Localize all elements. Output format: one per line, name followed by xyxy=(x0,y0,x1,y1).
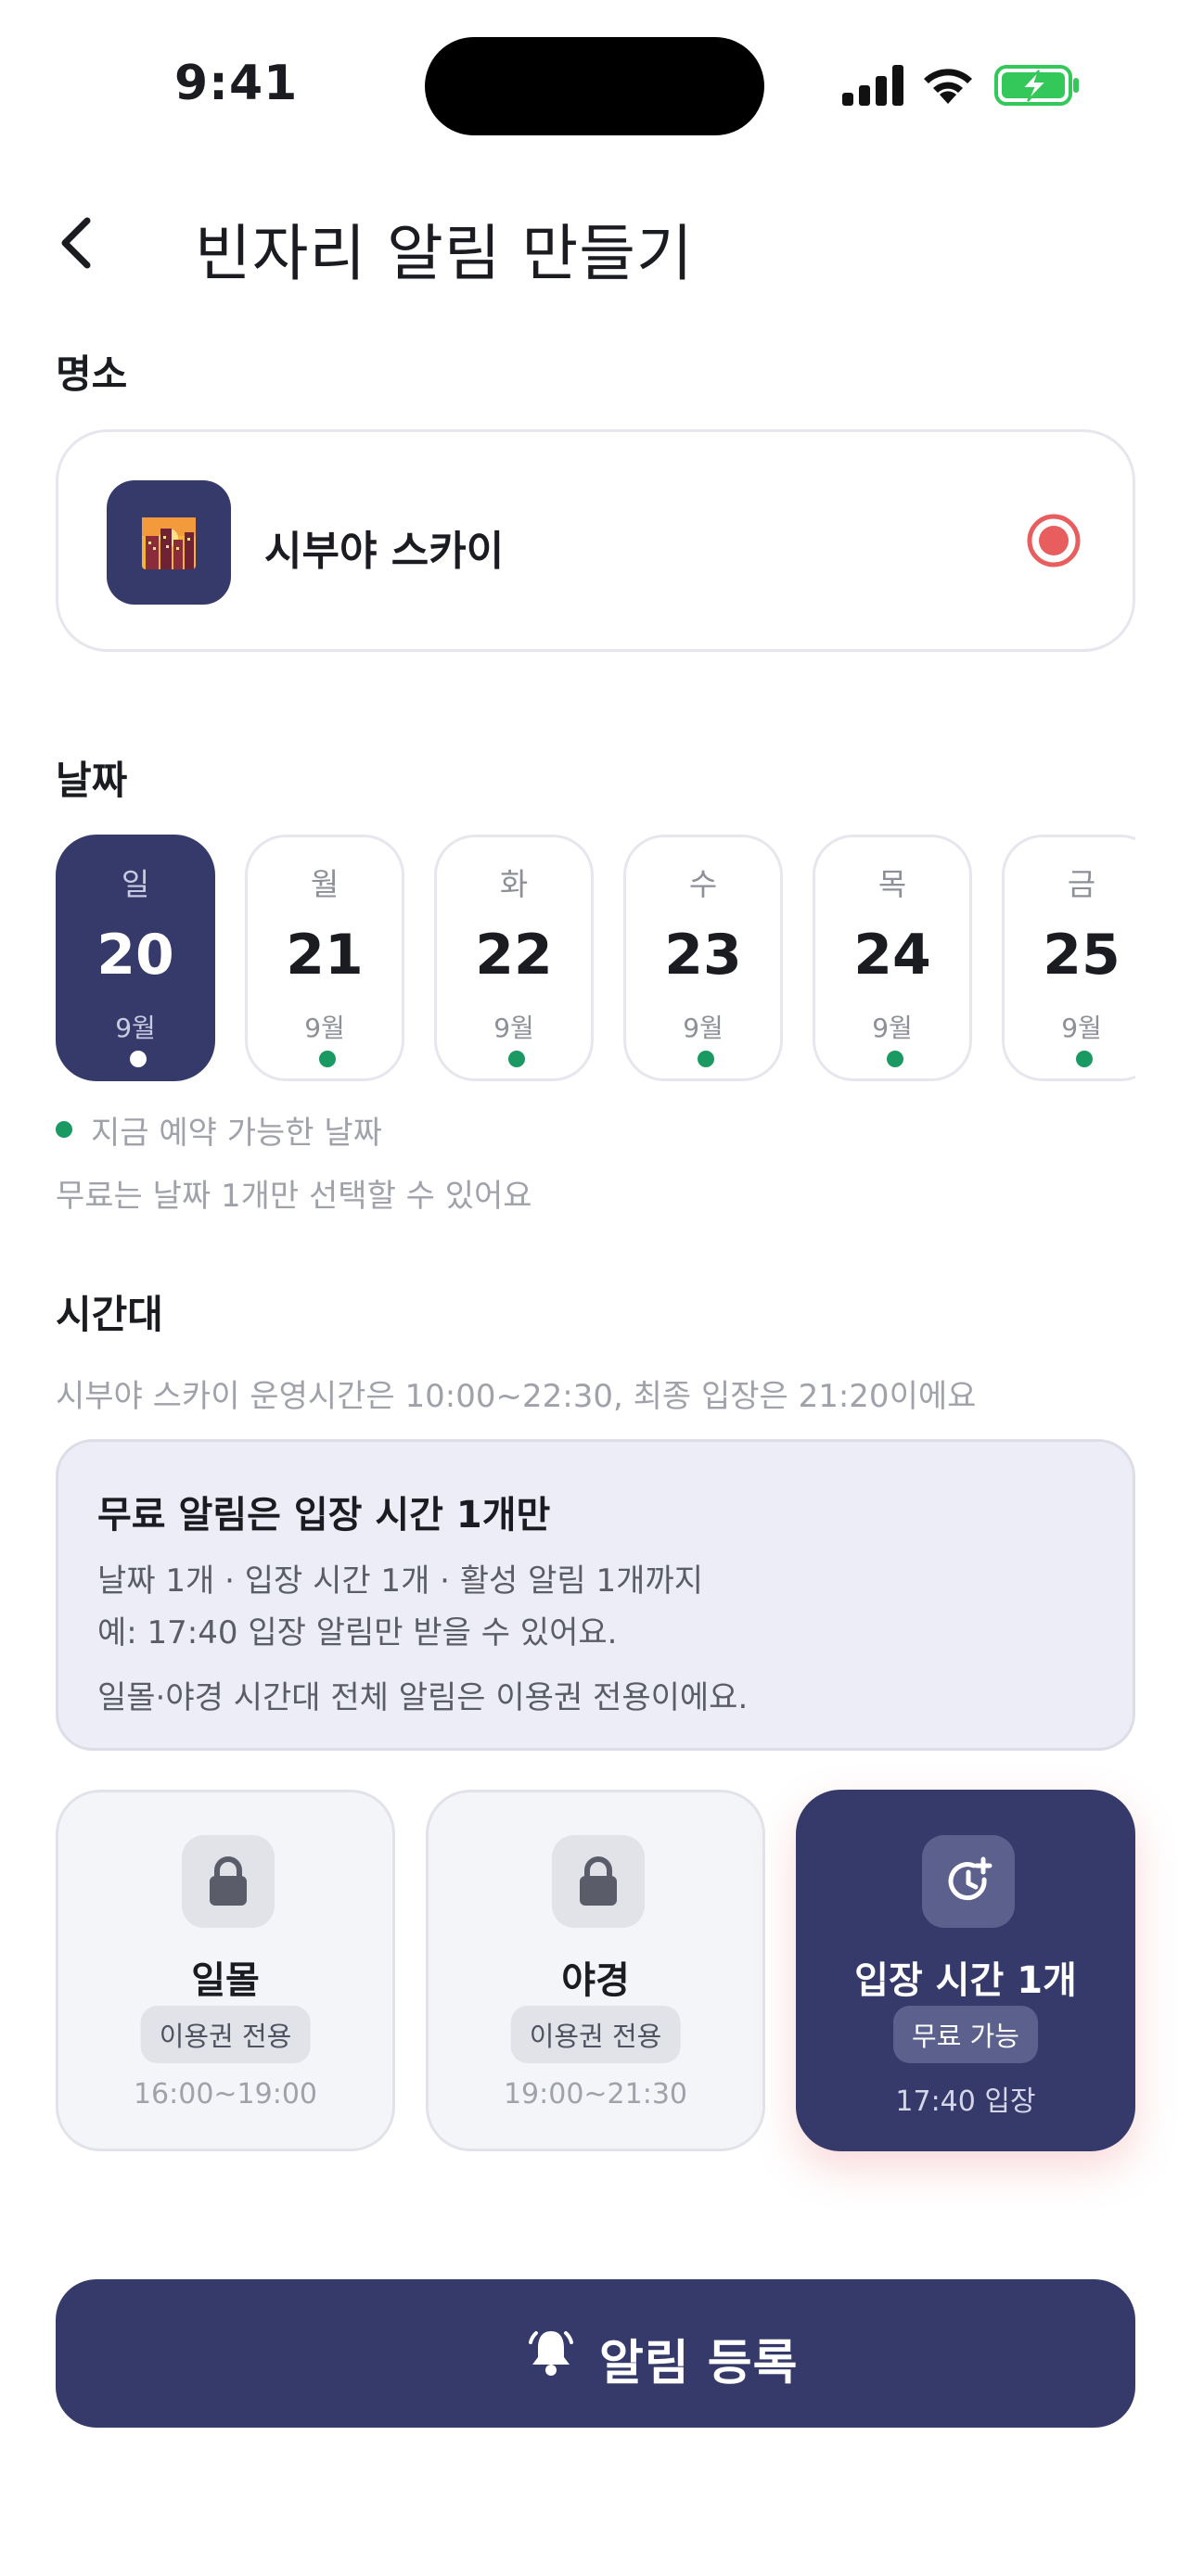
place-card[interactable]: 시부야 스카이 xyxy=(56,429,1135,652)
place-name: 시부야 스카이 xyxy=(264,528,505,575)
lock-icon xyxy=(552,1835,645,1928)
clock-plus-icon xyxy=(922,1835,1015,1928)
place-thumbnail xyxy=(107,480,231,605)
date-legend: 지금 예약 가능한 날짜 xyxy=(56,1107,382,1153)
date-month: 9월 xyxy=(683,1013,724,1043)
date-month: 9월 xyxy=(1061,1013,1102,1043)
date-day: 24 xyxy=(853,923,931,988)
date-day: 23 xyxy=(664,923,742,988)
available-dot xyxy=(56,1121,72,1138)
date-chip[interactable]: 목 24 9월 xyxy=(813,835,972,1081)
date-day: 25 xyxy=(1043,923,1121,988)
status-bar: 9:41 xyxy=(0,0,1191,176)
wifi-icon xyxy=(924,69,972,104)
date-month: 9월 xyxy=(493,1013,534,1043)
date-weekday: 수 xyxy=(688,866,718,902)
date-day: 22 xyxy=(475,923,553,988)
date-chip[interactable]: 화 22 9월 xyxy=(434,835,594,1081)
date-month: 9월 xyxy=(872,1013,913,1043)
city-sunset-icon xyxy=(142,517,196,569)
date-weekday: 일 xyxy=(121,866,150,902)
slot-range: 16:00~19:00 xyxy=(133,2078,318,2111)
available-dot xyxy=(887,1051,903,1067)
register-alert-button[interactable]: 알림 등록 xyxy=(56,2279,1135,2428)
chevron-left-icon xyxy=(61,217,91,269)
lock-icon xyxy=(182,1835,275,1928)
date-chip[interactable]: 금 25 9월 xyxy=(1002,835,1135,1081)
date-chip[interactable]: 일 20 9월 xyxy=(56,835,215,1081)
available-dot xyxy=(698,1051,714,1067)
free-plan-info-box: 무료 알림은 입장 시간 1개만 날짜 1개 · 입장 시간 1개 · 활성 알… xyxy=(56,1439,1135,1751)
info-line: 날짜 1개 · 입장 시간 1개 · 활성 알림 1개까지 xyxy=(97,1562,703,1600)
section-label-time: 시간대 xyxy=(56,1292,163,1337)
date-weekday: 화 xyxy=(499,866,529,902)
date-legend-text: 지금 예약 가능한 날짜 xyxy=(91,1115,382,1152)
info-line: 예: 17:40 입장 알림만 받을 수 있어요. xyxy=(97,1614,618,1651)
date-day: 20 xyxy=(96,923,174,988)
slot-range: 17:40 입장 xyxy=(895,2085,1036,2118)
available-dot xyxy=(508,1051,525,1067)
date-strip[interactable]: 일 20 9월 월 21 9월 화 22 9월 수 23 9월 목 24 9월 … xyxy=(56,835,1135,1085)
info-line: 일몰·야경 시간대 전체 알림은 이용권 전용이에요. xyxy=(97,1679,749,1716)
bell-ring-icon xyxy=(529,2331,573,2376)
date-weekday: 월 xyxy=(310,866,339,902)
status-time: 9:41 xyxy=(174,56,299,111)
date-month: 9월 xyxy=(304,1013,345,1043)
operating-hours-note: 시부야 스카이 운영시간은 10:00~22:30, 최종 입장은 21:20이… xyxy=(56,1378,977,1415)
slot-range: 19:00~21:30 xyxy=(503,2078,688,2111)
slot-sunset[interactable]: 일몰 이용권 전용 16:00~19:00 xyxy=(56,1790,395,2151)
available-dot xyxy=(1076,1051,1093,1067)
back-button[interactable] xyxy=(46,206,108,280)
cellular-signal-icon xyxy=(842,65,905,106)
date-weekday: 금 xyxy=(1067,866,1096,902)
slot-badge: 이용권 전용 xyxy=(140,2006,311,2063)
slot-name: 입장 시간 1개 xyxy=(854,1959,1077,2002)
date-chip[interactable]: 월 21 9월 xyxy=(245,835,404,1081)
date-month: 9월 xyxy=(115,1013,156,1043)
dynamic-island xyxy=(425,37,764,135)
register-alert-label: 알림 등록 xyxy=(599,2336,799,2391)
date-weekday: 목 xyxy=(877,866,907,902)
slot-entry-time[interactable]: 입장 시간 1개 무료 가능 17:40 입장 xyxy=(796,1790,1135,2151)
date-chip[interactable]: 수 23 9월 xyxy=(623,835,783,1081)
available-dot xyxy=(130,1051,147,1067)
page-title: 빈자리 알림 만들기 xyxy=(195,218,694,289)
date-day: 21 xyxy=(286,923,364,988)
slot-night-view[interactable]: 야경 이용권 전용 19:00~21:30 xyxy=(426,1790,765,2151)
radio-selected-icon[interactable] xyxy=(1025,512,1082,569)
available-dot xyxy=(319,1051,336,1067)
section-label-date: 날짜 xyxy=(56,758,128,803)
date-note: 무료는 날짜 1개만 선택할 수 있어요 xyxy=(56,1178,532,1215)
slot-name: 야경 xyxy=(561,1959,630,2002)
info-title: 무료 알림은 입장 시간 1개만 xyxy=(97,1494,551,1537)
slot-name: 일몰 xyxy=(191,1959,260,2002)
section-label-place: 명소 xyxy=(56,351,128,397)
battery-charging-icon xyxy=(994,65,1079,106)
slot-badge: 무료 가능 xyxy=(893,2006,1038,2063)
slot-badge: 이용권 전용 xyxy=(510,2006,681,2063)
